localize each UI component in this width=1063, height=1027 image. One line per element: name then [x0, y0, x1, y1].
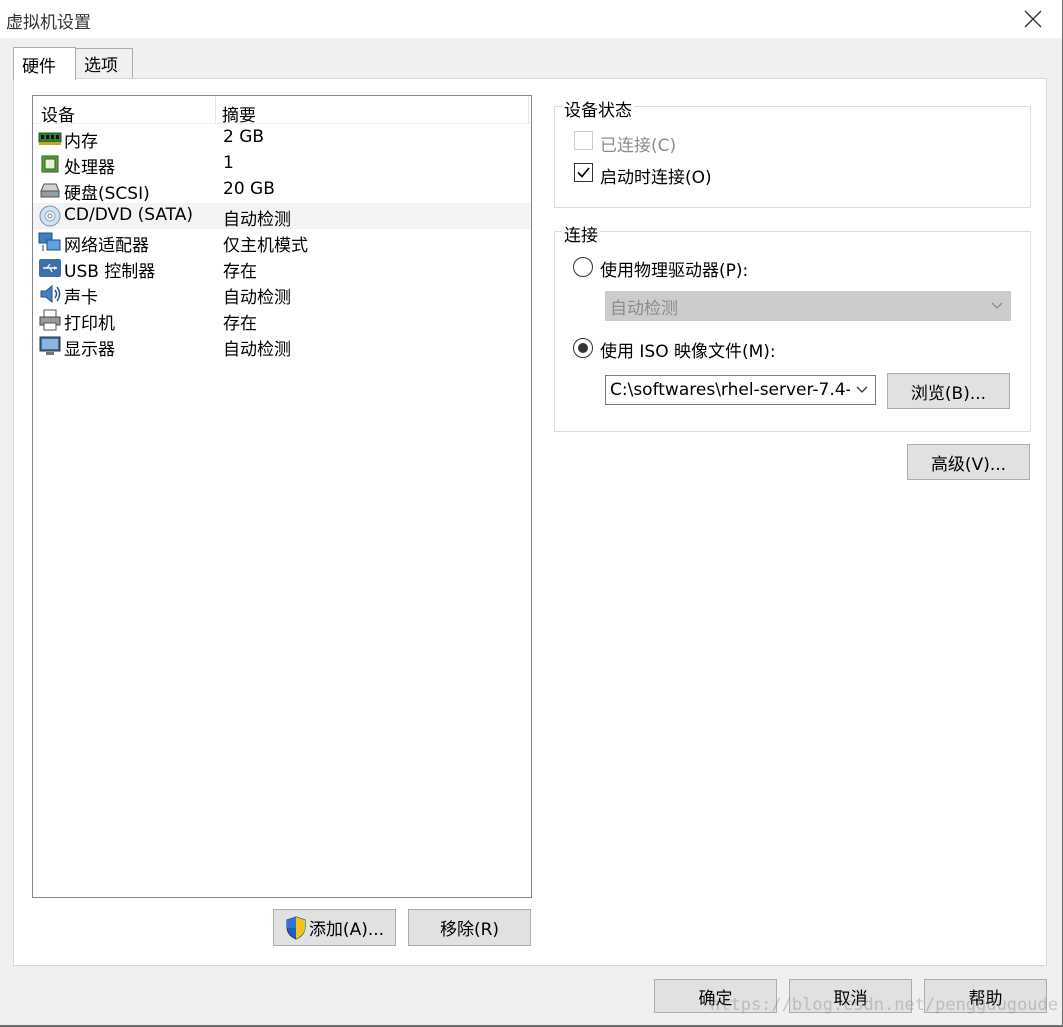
browse-button[interactable]: 浏览(B)... — [887, 373, 1010, 409]
device-row-network-adapter[interactable]: 网络适配器 仅主机模式 — [33, 229, 531, 256]
device-summary: 自动检测 — [223, 288, 291, 308]
device-row-usb-controller[interactable]: USB 控制器 存在 — [33, 255, 531, 282]
memory-icon — [38, 132, 62, 145]
device-name: 打印机 — [64, 314, 115, 334]
advanced-button[interactable]: 高级(V)... — [907, 444, 1030, 480]
tab-options[interactable]: 选项 — [75, 48, 133, 78]
device-list-header: 设备 摘要 — [33, 96, 531, 126]
hard-disk-icon — [40, 183, 60, 198]
device-row-hard-disk[interactable]: 硬盘(SCSI) 20 GB — [33, 177, 531, 204]
device-status-title: 设备状态 — [562, 96, 634, 121]
iso-image-path-combo[interactable]: C:\softwares\rhel-server-7.4-x — [605, 375, 876, 405]
device-status-group — [554, 106, 1031, 208]
device-summary: 存在 — [223, 262, 257, 282]
device-row-cd-dvd[interactable]: CD/DVD (SATA) 自动检测 — [33, 203, 531, 230]
close-button[interactable] — [1009, 2, 1057, 36]
radio-selected-dot — [578, 343, 588, 353]
device-summary: 1 — [223, 153, 234, 173]
physical-drive-radio[interactable] — [573, 257, 593, 277]
device-summary: 存在 — [223, 314, 257, 334]
device-name: CD/DVD (SATA) — [64, 205, 193, 225]
device-name: 网络适配器 — [64, 236, 149, 256]
uac-shield-icon — [286, 915, 306, 940]
column-separator[interactable] — [215, 96, 216, 124]
device-row-display[interactable]: 显示器 自动检测 — [33, 333, 531, 360]
watermark: https://blog.csdn.net/penggdugoude — [710, 995, 1058, 1015]
add-device-button[interactable]: 添加(A)... — [273, 909, 396, 946]
display-icon — [39, 336, 61, 355]
connect-at-power-on-checkbox[interactable] — [574, 163, 593, 182]
iso-image-path-value: C:\softwares\rhel-server-7.4-x — [610, 380, 850, 400]
physical-drive-select[interactable]: 自动检测 — [605, 291, 1011, 321]
iso-image-label: 使用 ISO 映像文件(M): — [600, 342, 776, 362]
device-summary: 20 GB — [223, 179, 275, 199]
column-header-device[interactable]: 设备 — [41, 101, 75, 126]
connected-label: 已连接(C) — [600, 136, 677, 156]
checkmark-icon — [577, 167, 590, 178]
device-row-processor[interactable]: 处理器 1 — [33, 151, 531, 178]
network-adapter-icon — [38, 232, 61, 251]
connect-at-power-on-label: 启动时连接(O) — [600, 168, 712, 188]
device-name: 硬盘(SCSI) — [64, 184, 150, 204]
device-name: 显示器 — [64, 340, 115, 360]
device-summary: 自动检测 — [223, 340, 291, 360]
sound-card-icon — [40, 284, 61, 304]
iso-image-radio[interactable] — [573, 338, 593, 358]
close-icon — [1024, 10, 1042, 28]
column-separator[interactable] — [528, 96, 529, 124]
connection-title: 连接 — [562, 221, 600, 246]
physical-drive-label: 使用物理驱动器(P): — [600, 261, 749, 281]
window-title: 虚拟机设置 — [6, 13, 91, 33]
chevron-down-icon — [991, 302, 1003, 309]
device-name: 处理器 — [64, 158, 115, 178]
column-header-summary[interactable]: 摘要 — [222, 101, 256, 126]
device-list[interactable]: 设备 摘要 内存 2 GB 处理器 1 硬盘(SCSI) 20 GB CD/DV… — [32, 95, 532, 898]
usb-icon — [39, 259, 61, 277]
tab-hardware[interactable]: 硬件 — [13, 47, 76, 80]
physical-drive-value: 自动检测 — [610, 298, 678, 319]
title-bar: 虚拟机设置 — [0, 0, 1063, 38]
device-name: 声卡 — [64, 288, 98, 308]
device-row-memory[interactable]: 内存 2 GB — [33, 125, 531, 152]
cd-dvd-icon — [39, 205, 61, 227]
device-summary: 自动检测 — [223, 210, 291, 230]
device-name: 内存 — [64, 132, 98, 152]
processor-icon — [41, 155, 59, 173]
printer-icon — [39, 309, 61, 331]
device-summary: 2 GB — [223, 127, 265, 147]
add-device-button-label: 添加(A)... — [308, 920, 385, 940]
device-row-sound-card[interactable]: 声卡 自动检测 — [33, 281, 531, 308]
device-summary: 仅主机模式 — [223, 236, 308, 256]
chevron-down-icon[interactable] — [855, 382, 869, 396]
connected-checkbox[interactable] — [574, 131, 593, 150]
remove-device-button[interactable]: 移除(R) — [408, 909, 531, 946]
device-row-printer[interactable]: 打印机 存在 — [33, 307, 531, 334]
device-name: USB 控制器 — [64, 262, 156, 282]
